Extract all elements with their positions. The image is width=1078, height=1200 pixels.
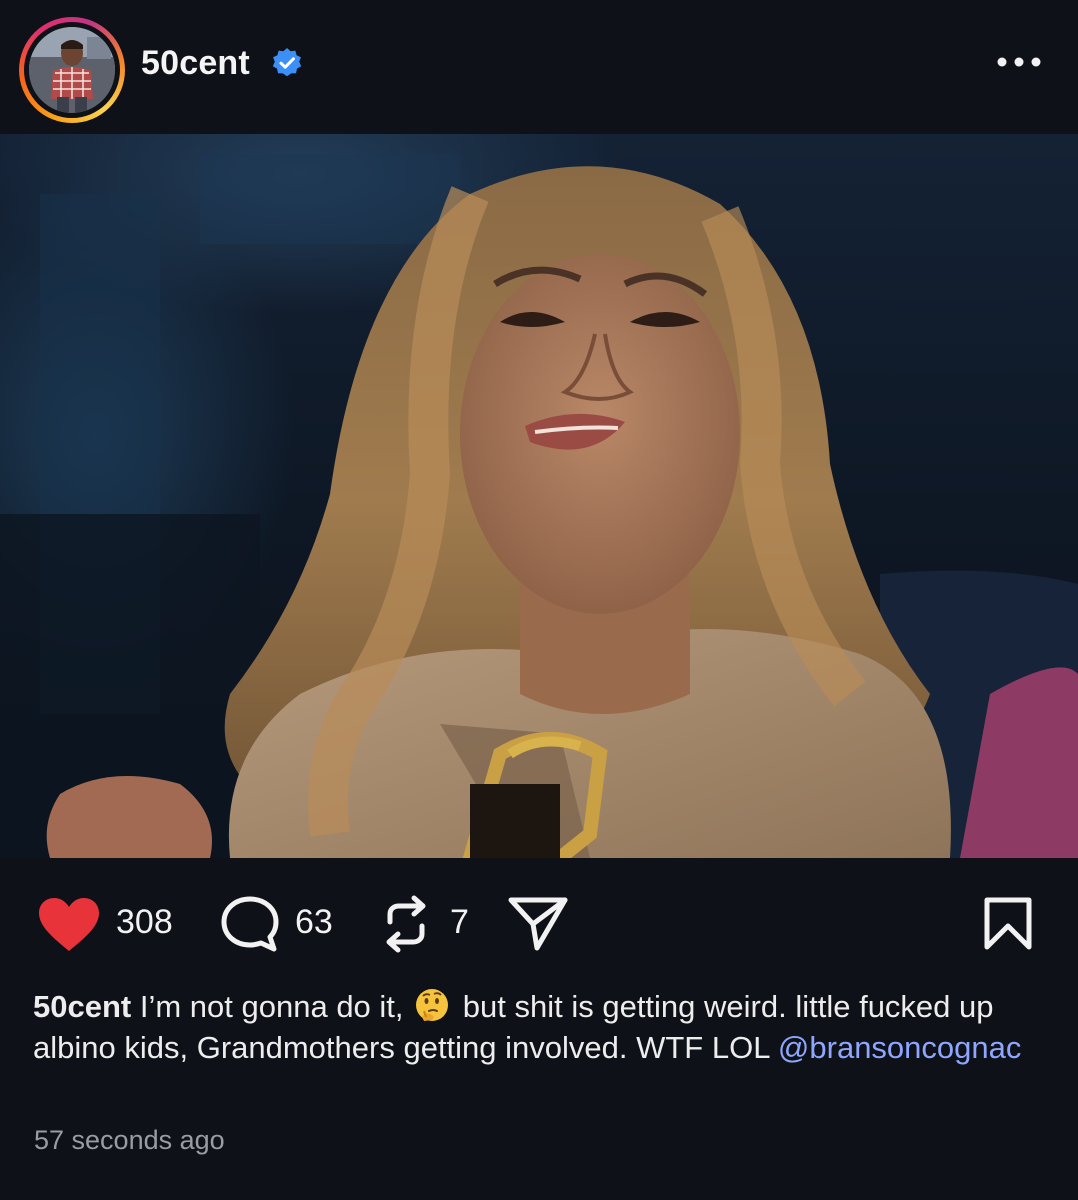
photo-image <box>0 154 1078 858</box>
story-ring[interactable] <box>19 17 125 123</box>
username[interactable]: 50cent <box>141 44 250 83</box>
caption-text-before: I’m not gonna do it, <box>139 989 404 1024</box>
post-caption: 50cent I’m not gonna do it, but shit is … <box>33 986 1043 1068</box>
heart-icon[interactable] <box>38 897 100 953</box>
repost-count[interactable]: 7 <box>450 903 469 942</box>
post-timestamp: 57 seconds ago <box>34 1125 225 1155</box>
bookmark-icon[interactable] <box>982 896 1034 952</box>
post-photo[interactable] <box>0 134 1078 858</box>
thinking-face-icon <box>416 989 449 1021</box>
repost-icon[interactable] <box>380 894 432 954</box>
comment-count[interactable]: 63 <box>295 903 333 942</box>
avatar-gap <box>24 22 120 118</box>
send-icon[interactable] <box>507 894 569 952</box>
more-options-icon[interactable] <box>996 50 1042 74</box>
avatar-image <box>29 27 115 113</box>
post-header: 50cent <box>0 0 1078 134</box>
like-count[interactable]: 308 <box>116 903 173 942</box>
avatar[interactable] <box>29 27 115 113</box>
comment-bubble-icon[interactable] <box>220 895 280 953</box>
caption-mention-link[interactable]: @bransoncognac <box>778 1030 1021 1065</box>
caption-username[interactable]: 50cent <box>33 989 131 1024</box>
verified-badge-icon <box>272 48 302 77</box>
